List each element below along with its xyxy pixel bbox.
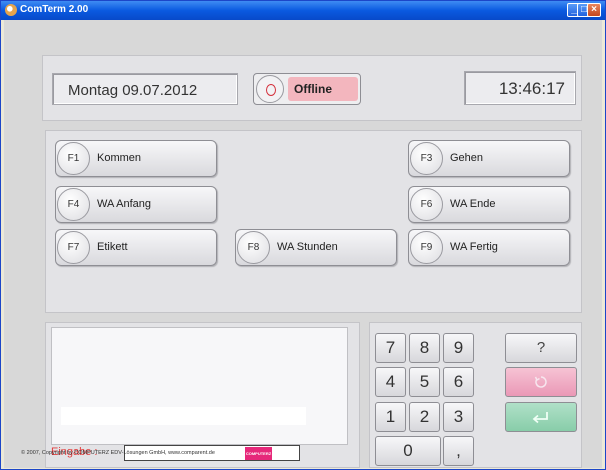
- date-text: Montag 09.07.2012: [68, 82, 198, 99]
- client-area: Montag 09.07.2012 Offline 13:46:17 F1 Ko…: [4, 20, 602, 468]
- clear-button[interactable]: [505, 367, 577, 397]
- header-panel: Montag 09.07.2012 Offline 13:46:17: [42, 55, 582, 121]
- enter-button[interactable]: [505, 402, 577, 432]
- kommen-button[interactable]: F1 Kommen: [55, 140, 217, 177]
- wa-anfang-button[interactable]: F4 WA Anfang: [55, 186, 217, 223]
- enter-icon: [532, 412, 548, 424]
- message-line: [61, 407, 306, 425]
- input-panel: Eingabe :: [45, 322, 360, 468]
- status-indicator-icon: [256, 75, 284, 103]
- time-text: 13:46:17: [498, 79, 565, 98]
- window-title: ComTerm 2.00: [20, 4, 89, 15]
- f8-key-badge: F8: [237, 231, 270, 264]
- date-display: Montag 09.07.2012: [52, 73, 238, 105]
- f3-key-badge: F3: [410, 142, 443, 175]
- key-9[interactable]: 9: [443, 333, 474, 363]
- connection-status: Offline: [253, 73, 361, 105]
- gehen-button[interactable]: F3 Gehen: [408, 140, 570, 177]
- app-icon: [5, 4, 17, 16]
- key-0[interactable]: 0: [375, 436, 441, 466]
- key-2[interactable]: 2: [409, 402, 440, 432]
- key-8[interactable]: 8: [409, 333, 440, 363]
- wa-ende-label: WA Ende: [450, 198, 496, 210]
- key-comma[interactable]: ,: [443, 436, 474, 466]
- f7-key-badge: F7: [57, 231, 90, 264]
- wa-fertig-button[interactable]: F9 WA Fertig: [408, 229, 570, 266]
- clear-icon: [534, 376, 547, 388]
- close-button[interactable]: ×: [587, 3, 601, 17]
- f9-key-badge: F9: [410, 231, 443, 264]
- f1-key-badge: F1: [57, 142, 90, 175]
- help-button[interactable]: ?: [505, 333, 577, 363]
- wa-fertig-label: WA Fertig: [450, 241, 498, 253]
- clock-display: 13:46:17: [464, 71, 576, 105]
- key-6[interactable]: 6: [443, 367, 474, 397]
- wa-stunden-label: WA Stunden: [277, 241, 338, 253]
- etikett-button[interactable]: F7 Etikett: [55, 229, 217, 266]
- wa-stunden-button[interactable]: F8 WA Stunden: [235, 229, 397, 266]
- gehen-label: Gehen: [450, 152, 484, 164]
- etikett-label: Etikett: [97, 241, 128, 253]
- keypad-panel: 7 8 9 4 5 6 1 2 3 0 , ?: [369, 322, 582, 468]
- brand-logo: COMPUTERZ: [245, 447, 272, 460]
- key-3[interactable]: 3: [443, 402, 474, 432]
- function-panel: F1 Kommen F3 Gehen F4 WA Anfang F6 WA En…: [45, 130, 582, 313]
- wa-ende-button[interactable]: F6 WA Ende: [408, 186, 570, 223]
- f6-key-badge: F6: [410, 188, 443, 221]
- status-label: Offline: [288, 77, 358, 101]
- key-4[interactable]: 4: [375, 367, 406, 397]
- key-1[interactable]: 1: [375, 402, 406, 432]
- wa-anfang-label: WA Anfang: [97, 198, 152, 210]
- app-window: ComTerm 2.00 _ □ × Montag 09.07.2012 Off…: [0, 0, 606, 470]
- copyright-text: © 2007, Copyright by COMPUTERZ EDV-Lösun…: [21, 450, 215, 456]
- message-area: [51, 327, 348, 445]
- f4-key-badge: F4: [57, 188, 90, 221]
- kommen-label: Kommen: [97, 152, 142, 164]
- key-5[interactable]: 5: [409, 367, 440, 397]
- key-7[interactable]: 7: [375, 333, 406, 363]
- title-bar[interactable]: ComTerm 2.00 _ □ ×: [1, 1, 605, 20]
